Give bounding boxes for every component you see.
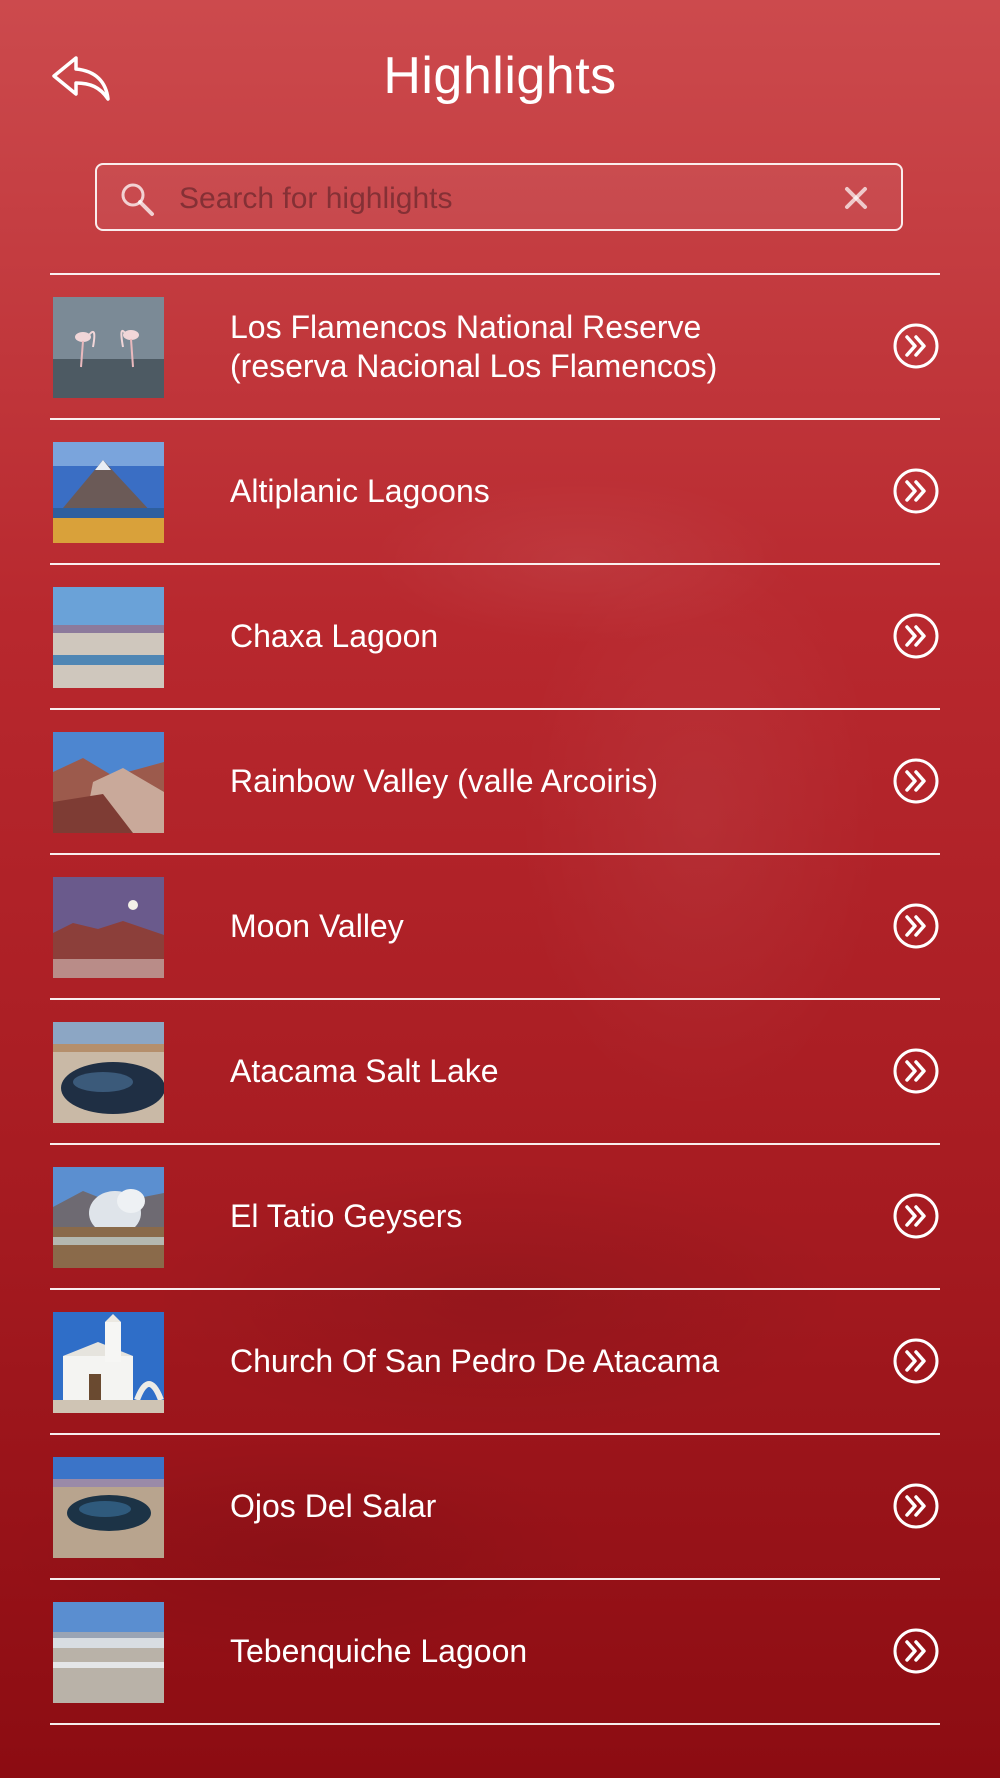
double-chevron-right-icon[interactable]: [892, 1627, 940, 1675]
list-item-label: Atacama Salt Lake: [230, 1053, 499, 1089]
thumbnail-image: [53, 1602, 164, 1703]
list-item[interactable]: Atacama Salt Lake: [50, 1000, 940, 1143]
thumbnail-image: [53, 587, 164, 688]
list-item-label: Moon Valley: [230, 908, 404, 944]
highlights-list: Los Flamencos National Reserve (reserva …: [50, 273, 940, 1725]
list-item-label: Ojos Del Salar: [230, 1488, 437, 1524]
list-item-label: Church Of San Pedro De Atacama: [230, 1343, 720, 1379]
double-chevron-right-icon[interactable]: [892, 1482, 940, 1530]
header: Highlights: [0, 0, 1000, 160]
list-item[interactable]: Altiplanic Lagoons: [50, 420, 940, 563]
double-chevron-right-icon[interactable]: [892, 1337, 940, 1385]
list-item[interactable]: El Tatio Geysers: [50, 1145, 940, 1288]
thumbnail-image: [53, 1022, 164, 1123]
list-item-label: El Tatio Geysers: [230, 1198, 463, 1234]
search-icon: [121, 183, 154, 216]
close-icon[interactable]: [843, 185, 869, 211]
list-item[interactable]: Tebenquiche Lagoon: [50, 1580, 940, 1723]
thumbnail-image: [53, 442, 164, 543]
double-chevron-right-icon[interactable]: [892, 1047, 940, 1095]
double-chevron-right-icon[interactable]: [892, 467, 940, 515]
list-item[interactable]: Chaxa Lagoon: [50, 565, 940, 708]
search-input[interactable]: [177, 175, 821, 223]
thumbnail-image: [53, 1457, 164, 1558]
list-item[interactable]: Rainbow Valley (valle Arcoiris): [50, 710, 940, 853]
double-chevron-right-icon[interactable]: [892, 902, 940, 950]
search-bar: [95, 163, 903, 231]
list-item[interactable]: Church Of San Pedro De Atacama: [50, 1290, 940, 1433]
double-chevron-right-icon[interactable]: [892, 322, 940, 370]
double-chevron-right-icon[interactable]: [892, 757, 940, 805]
list-item-label: Chaxa Lagoon: [230, 618, 439, 654]
thumbnail-image: [53, 877, 164, 978]
double-chevron-right-icon[interactable]: [892, 1192, 940, 1240]
divider: [50, 1723, 940, 1725]
list-item[interactable]: Los Flamencos National Reserve (reserva …: [50, 275, 940, 418]
thumbnail-image: [53, 1167, 164, 1268]
thumbnail-image: [53, 732, 164, 833]
thumbnail-image: [53, 1312, 164, 1413]
list-item[interactable]: Moon Valley: [50, 855, 940, 998]
list-item[interactable]: Ojos Del Salar: [50, 1435, 940, 1578]
list-item-label: Rainbow Valley (valle Arcoiris): [230, 763, 658, 799]
page-title: Highlights: [383, 47, 617, 105]
thumbnail-image: [53, 297, 164, 398]
double-chevron-right-icon[interactable]: [892, 612, 940, 660]
list-item-label: Los Flamencos National Reserve (reserva …: [230, 308, 718, 384]
list-item-label: Tebenquiche Lagoon: [230, 1633, 528, 1669]
list-item-label: Altiplanic Lagoons: [230, 473, 490, 509]
